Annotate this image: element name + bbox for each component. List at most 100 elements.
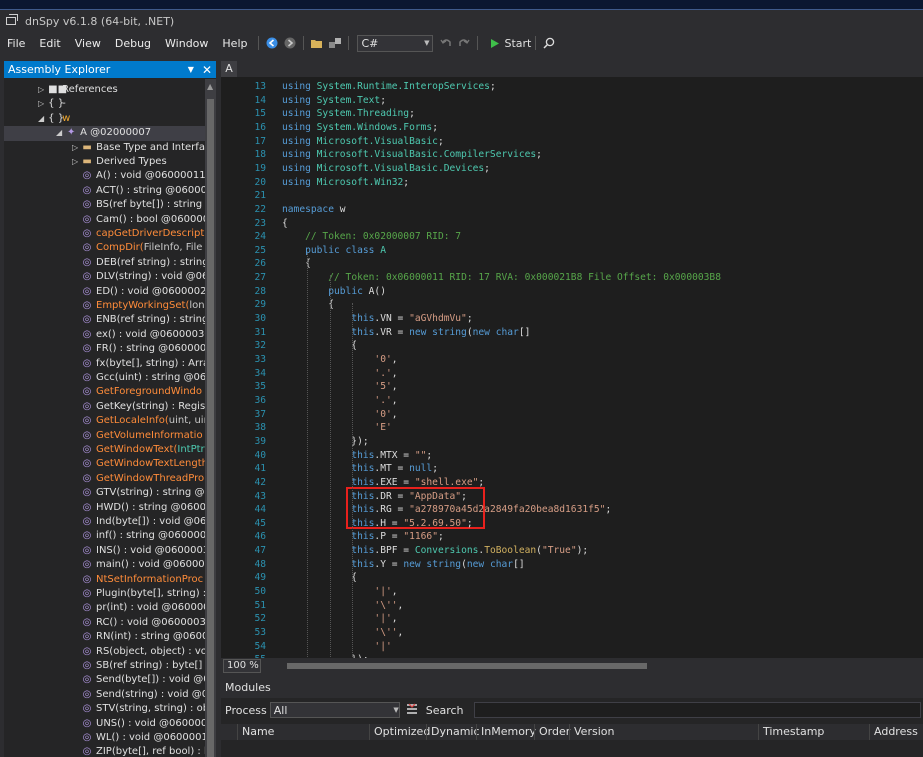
- tree-node[interactable]: ◎ NtSetInformationProc: [82, 573, 203, 587]
- tree-node[interactable]: ◎ DLV(string) : void @06: [82, 270, 205, 284]
- tree-node[interactable]: ◎ Cam() : bool @0600000: [82, 213, 205, 227]
- menu-help[interactable]: Help: [215, 37, 254, 50]
- tree-node[interactable]: ◎ GetWindowText(IntPtr: [82, 443, 205, 457]
- tree-node[interactable]: ◎ Plugin(byte[], string) :: [82, 587, 205, 601]
- tree-node[interactable]: ◎ ENB(ref string) : string: [82, 313, 205, 327]
- tree-node[interactable]: ◎ inf() : string @0600001: [82, 529, 205, 543]
- tree-node[interactable]: ▷ ▬ Base Type and Interfac: [72, 141, 205, 155]
- code-editor[interactable]: 13 using System.Runtime.InteropServices; …: [221, 77, 923, 658]
- tree-node[interactable]: ◎ GTV(string) : string @C: [82, 486, 205, 500]
- tree-node[interactable]: ◎ HWD() : string @06000: [82, 501, 205, 515]
- line-number: 51: [254, 599, 266, 611]
- undo-icon[interactable]: [438, 35, 454, 51]
- start-label: Start: [504, 36, 532, 50]
- assembly-tree-scrollbar[interactable]: ▲: [205, 79, 216, 757]
- tree-node[interactable]: ◎ GetKey(string) : Regist: [82, 400, 205, 414]
- forward-icon[interactable]: [282, 35, 298, 51]
- tree-node[interactable]: ◎ UNS() : void @0600003: [82, 717, 205, 731]
- column-header[interactable]: InMemory: [476, 724, 536, 740]
- start-button[interactable]: Start: [490, 37, 531, 50]
- tree-node[interactable]: ◎ fx(byte[], string) : Arra: [82, 357, 205, 371]
- tree-node[interactable]: ◎ A() : void @06000011: [82, 169, 205, 183]
- code-line: 25 public class A: [221, 244, 923, 258]
- process-select[interactable]: All ▼: [269, 702, 400, 718]
- search-input[interactable]: [473, 702, 921, 718]
- method-icon: ◎: [82, 213, 92, 225]
- column-header[interactable]: Timestamp: [758, 724, 824, 740]
- expand-arrow-icon[interactable]: ▷: [38, 99, 44, 108]
- column-header[interactable]: Name: [237, 724, 274, 740]
- open-list-icon[interactable]: [327, 35, 343, 51]
- tree-node[interactable]: ◎ SB(ref string) : byte[] @: [82, 659, 205, 673]
- menu-file[interactable]: File: [0, 37, 32, 50]
- tree-node[interactable]: ◎ GetWindowThreadPro: [82, 472, 204, 486]
- column-header[interactable]: Optimized: [369, 724, 430, 740]
- tree-node[interactable]: ◎ GetWindowTextLength: [82, 457, 205, 471]
- tree-node[interactable]: ◎ Send(byte[]) : void @0: [82, 673, 205, 687]
- tree-node[interactable]: ◎ ED() : void @0600002D: [82, 285, 205, 299]
- tree-node[interactable]: ◎ Send(string) : void @0: [82, 688, 205, 702]
- filter-list-icon[interactable]: [406, 703, 418, 718]
- scrollbar-thumb[interactable]: [287, 663, 647, 669]
- expand-arrow-icon[interactable]: ◢: [38, 114, 44, 123]
- expand-arrow-icon[interactable]: ▷: [72, 143, 78, 152]
- menu-edit[interactable]: Edit: [32, 37, 67, 50]
- method-icon: ◎: [82, 616, 92, 628]
- zoom-select[interactable]: 100 %: [223, 659, 261, 673]
- tree-node[interactable]: ◎ WL() : void @06000012: [82, 731, 205, 745]
- column-header[interactable]: Version: [569, 724, 614, 740]
- language-value: C#: [361, 36, 379, 50]
- tree-node[interactable]: ◎ RS(object, object) : vo: [82, 645, 205, 659]
- tree-node[interactable]: ◎ ex() : void @06000030: [82, 328, 205, 342]
- search-icon[interactable]: [541, 35, 557, 51]
- tree-node[interactable]: ◎ Ind(byte[]) : void @060: [82, 515, 205, 529]
- tree-node[interactable]: ◎ RN(int) : string @0600: [82, 630, 205, 644]
- scrollbar-thumb[interactable]: [207, 99, 214, 757]
- tree-node[interactable]: ◎ STV(string, string) : ob: [82, 702, 205, 716]
- column-header[interactable]: Address: [869, 724, 918, 740]
- tree-node[interactable]: ◎ DEB(ref string) : string: [82, 256, 205, 270]
- tree-node[interactable]: ◎ main() : void @060000: [82, 558, 205, 572]
- method-icon: ◎: [82, 544, 92, 556]
- tab-class-a[interactable]: A: [221, 61, 237, 77]
- open-folder-icon[interactable]: [309, 35, 325, 51]
- tree-node[interactable]: ◎ RC() : void @06000036: [82, 616, 205, 630]
- language-select[interactable]: C# ▼: [357, 34, 434, 52]
- tree-node[interactable]: ▷ ▬ Derived Types: [72, 155, 167, 169]
- tree-node[interactable]: ◎ CompDir(FileInfo, File: [82, 241, 203, 255]
- tree-node[interactable]: ◎ ACT() : string @06000: [82, 184, 205, 198]
- tree-node[interactable]: ◎ GetLocaleInfo(uint, uin: [82, 414, 205, 428]
- tree-node[interactable]: ◎ ZIP(byte[], ref bool) : b: [82, 745, 205, 757]
- node-signature: lon: [189, 300, 205, 311]
- tree-node[interactable]: ▷ { }-: [38, 97, 66, 111]
- tree-node[interactable]: ◢ ✦ A @02000007: [4, 126, 205, 141]
- expand-arrow-icon[interactable]: ▷: [38, 85, 44, 94]
- expand-arrow-icon[interactable]: ▷: [72, 157, 78, 166]
- tree-node[interactable]: ◎ capGetDriverDescripti: [82, 227, 205, 241]
- tree-node[interactable]: ◎ Gcc(uint) : string @06: [82, 371, 205, 385]
- tree-node[interactable]: ◎ BS(ref byte[]) : string @: [82, 198, 205, 212]
- dropdown-icon[interactable]: ▼: [188, 65, 194, 74]
- close-icon[interactable]: ✕: [202, 63, 212, 77]
- menu-debug[interactable]: Debug: [108, 37, 158, 50]
- column-header[interactable]: Dynamic: [426, 724, 480, 740]
- horizontal-scrollbar[interactable]: [267, 661, 923, 671]
- tree-node[interactable]: ◎ pr(int) : void @060000: [82, 601, 205, 615]
- tree-node[interactable]: ◎ INS() : void @06000039: [82, 544, 205, 558]
- expand-arrow-icon[interactable]: ◢: [56, 128, 62, 137]
- redo-icon[interactable]: [456, 35, 472, 51]
- tree-node[interactable]: ◎ FR() : string @0600001: [82, 342, 205, 356]
- column-header[interactable]: Order: [534, 724, 570, 740]
- menu-window[interactable]: Window: [158, 37, 215, 50]
- tree-node[interactable]: ◎ GetVolumeInformatio: [82, 429, 203, 443]
- tree-node[interactable]: ◎ EmptyWorkingSet(lon: [82, 299, 205, 313]
- back-icon[interactable]: [264, 35, 280, 51]
- tree-node[interactable]: ▷ ■■References: [38, 83, 118, 97]
- node-icon: ▬: [82, 156, 92, 167]
- tree-node[interactable]: ◢ { }w: [38, 112, 70, 126]
- node-label: GetKey(string) : Regist: [96, 400, 205, 412]
- scroll-up-icon[interactable]: ▲: [207, 82, 213, 91]
- code-line: 35 '5',: [221, 380, 923, 394]
- tree-node[interactable]: ◎ GetForegroundWindo: [82, 385, 202, 399]
- menu-view[interactable]: View: [68, 37, 108, 50]
